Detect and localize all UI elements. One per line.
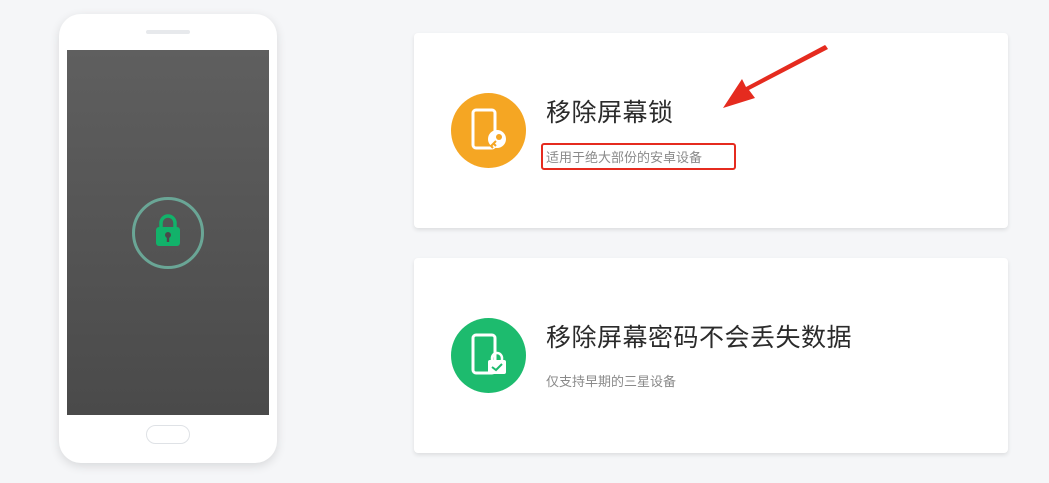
padlock-icon (153, 214, 183, 252)
option-subtitle: 仅支持早期的三星设备 (546, 375, 677, 390)
unlock-mode-selection: 移除屏幕锁 适用于绝大部份的安卓设备 移除屏幕密码不会丢失数据 仅支持早期的三星… (0, 0, 1049, 483)
annotation-highlight-box (541, 143, 736, 170)
phone-speaker (146, 30, 190, 34)
lock-ring (132, 197, 204, 269)
phone-screen (67, 50, 269, 415)
phone-home-button (146, 425, 190, 444)
option-card-remove-screen-lock[interactable]: 移除屏幕锁 适用于绝大部份的安卓设备 (414, 33, 1008, 228)
option-title: 移除屏幕锁 (546, 98, 674, 127)
phone-lock-icon (451, 318, 526, 393)
annotation-arrow-icon (715, 40, 835, 119)
phone-key-icon (451, 93, 526, 168)
option-title: 移除屏幕密码不会丢失数据 (546, 323, 853, 352)
option-card-remove-password-keep-data[interactable]: 移除屏幕密码不会丢失数据 仅支持早期的三星设备 (414, 258, 1008, 453)
phone-illustration (59, 14, 277, 463)
